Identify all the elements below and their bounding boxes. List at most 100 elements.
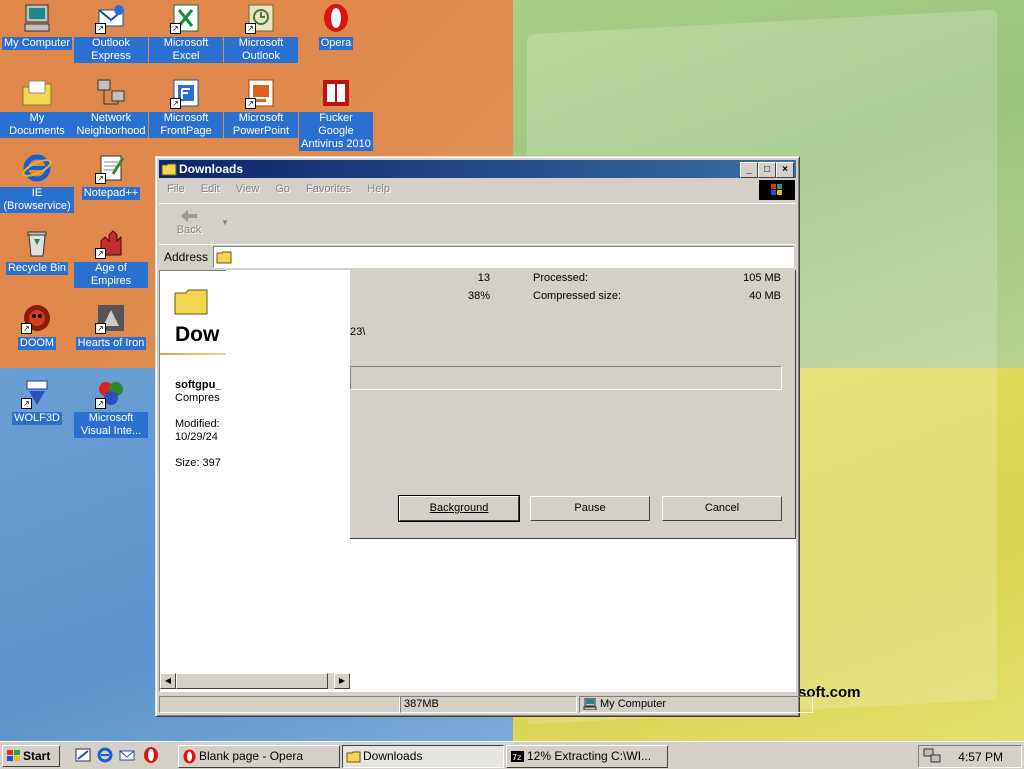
extract-progress-panel[interactable]: 13 38% Processed: 105 MB Compressed size… xyxy=(350,270,796,539)
compressed-size-label: Compressed size: xyxy=(533,290,622,302)
tray-network-icon[interactable] xyxy=(923,748,941,764)
menu-file[interactable]: File xyxy=(159,180,193,195)
horizontal-scrollbar[interactable]: ◀ ▶ xyxy=(160,673,350,689)
show-desktop-icon[interactable] xyxy=(74,746,92,764)
desktop-icon-label: WOLF3D xyxy=(12,412,62,425)
shortcut-arrow-icon: ↗ xyxy=(245,98,256,109)
pause-button-label: Pause xyxy=(574,502,606,514)
task-extracting[interactable]: 7z 12% Extracting C:\WI... xyxy=(506,745,668,768)
large-folder-icon xyxy=(174,287,208,315)
outlook-express-icon: ↗ xyxy=(95,2,127,34)
menu-edit[interactable]: Edit xyxy=(193,180,228,195)
shortcut-arrow-icon: ↗ xyxy=(21,323,32,334)
status-zone: My Computer xyxy=(579,696,813,713)
desktop-icon-label: Microsoft FrontPage xyxy=(149,112,223,138)
window-title: Downloads xyxy=(179,162,244,176)
folder-documents-icon xyxy=(21,77,53,109)
desktop-icon-antivirus[interactable]: Fucker Google Antivirus 2010 xyxy=(299,77,373,151)
menu-favorites[interactable]: Favorites xyxy=(298,180,359,195)
selected-file-name: softgpu_ xyxy=(175,379,222,391)
menu-help[interactable]: Help xyxy=(359,180,398,195)
windows-flag-icon xyxy=(6,749,22,763)
desktop-icon-my-documents[interactable]: My Documents xyxy=(0,77,74,138)
desktop-icon-outlook-express[interactable]: ↗ Outlook Express xyxy=(74,2,148,63)
desktop-icon-label: Network Neighborhood xyxy=(74,112,148,138)
background-button[interactable]: Background xyxy=(398,495,520,522)
desktop-icon-recycle-bin[interactable]: Recycle Bin xyxy=(0,227,74,275)
back-arrow-icon xyxy=(181,210,197,222)
shortcut-arrow-icon: ↗ xyxy=(95,248,106,259)
recycle-bin-icon xyxy=(21,227,53,259)
shortcut-arrow-icon: ↗ xyxy=(245,23,256,34)
outlook-express-icon[interactable] xyxy=(118,746,136,764)
clock[interactable]: 4:57 PM xyxy=(958,750,1003,764)
desktop-icon-notepadpp[interactable]: ↗ Notepad++ xyxy=(74,152,148,200)
menu-view[interactable]: View xyxy=(228,180,268,195)
desktop-icon-age-of-empires[interactable]: ↗ Age of Empires xyxy=(74,227,148,288)
task-downloads[interactable]: Downloads xyxy=(342,745,504,768)
desktop-icon-visual-interdev[interactable]: ↗ Microsoft Visual Inte... xyxy=(74,377,148,438)
desktop-icon-network[interactable]: Network Neighborhood xyxy=(74,77,148,138)
outlook-icon: ↗ xyxy=(245,2,277,34)
desktop-icon-frontpage[interactable]: ↗ Microsoft FrontPage xyxy=(149,77,223,138)
webview-title: Dow xyxy=(175,323,220,346)
shortcut-arrow-icon: ↗ xyxy=(170,23,181,34)
status-size: 387MB xyxy=(400,696,577,713)
task-opera[interactable]: Blank page - Opera xyxy=(178,745,340,768)
back-dropdown-icon[interactable]: ▼ xyxy=(221,218,229,227)
desktop-icon-label: Recycle Bin xyxy=(5,262,69,275)
minimize-button[interactable]: _ xyxy=(740,162,758,178)
desktop-icon-opera[interactable]: Opera xyxy=(299,2,373,50)
opera-icon xyxy=(320,2,352,34)
back-label: Back xyxy=(176,224,202,236)
address-label: Address xyxy=(164,250,209,264)
start-button[interactable]: Start xyxy=(2,745,60,767)
address-input[interactable] xyxy=(213,246,794,268)
selected-file-type: Compres xyxy=(175,392,220,404)
internet-explorer-icon[interactable] xyxy=(96,746,114,764)
pause-button[interactable]: Pause xyxy=(530,496,650,521)
address-bar: Address xyxy=(159,244,796,269)
desktop-icon-label: Notepad++ xyxy=(81,187,141,200)
desktop-icon-excel[interactable]: ↗ Microsoft Excel xyxy=(149,2,223,63)
windows-logo-icon xyxy=(759,180,795,200)
scroll-left-icon[interactable]: ◀ xyxy=(160,673,176,689)
desktop-icon-powerpoint[interactable]: ↗ Microsoft PowerPoint xyxy=(224,77,298,138)
desktop-icon-my-computer[interactable]: My Computer xyxy=(0,2,74,50)
powerpoint-icon: ↗ xyxy=(245,77,277,109)
computer-icon xyxy=(21,2,53,34)
extract-progress-fill xyxy=(351,367,515,389)
compressed-size-value: 40 MB xyxy=(749,290,781,302)
desktop-icon-label: Microsoft Excel xyxy=(149,37,223,63)
desktop-icon-label: Hearts of Iron xyxy=(75,337,147,350)
opera-icon[interactable] xyxy=(142,746,160,764)
scroll-right-icon[interactable]: ▶ xyxy=(334,673,350,689)
cancel-button[interactable]: Cancel xyxy=(662,496,782,521)
shortcut-arrow-icon: ↗ xyxy=(95,23,106,34)
web-view-panel: Dow softgpu_ Compres Modified: 10/29/24 … xyxy=(160,271,228,691)
close-button[interactable]: × xyxy=(776,162,794,178)
svg-text:7z: 7z xyxy=(512,753,521,762)
scroll-thumb[interactable] xyxy=(176,673,328,689)
desktop-icon-label: Microsoft Visual Inte... xyxy=(74,412,148,438)
desktop-icon-doom[interactable]: ↗ DOOM xyxy=(0,302,74,350)
task-label: Downloads xyxy=(363,749,423,763)
back-button[interactable]: Back xyxy=(169,208,209,236)
my-computer-icon xyxy=(583,697,597,711)
system-tray: 4:57 PM xyxy=(918,745,1022,768)
hearts-of-iron-icon: ↗ xyxy=(95,302,127,334)
background-button-label: Background xyxy=(429,502,489,514)
window-titlebar[interactable]: Downloads _ □ × xyxy=(159,160,796,178)
desktop-icon-outlook[interactable]: ↗ Microsoft Outlook xyxy=(224,2,298,63)
files-count: 13 xyxy=(477,272,490,284)
desktop-icon-hearts-of-iron[interactable]: ↗ Hearts of Iron xyxy=(74,302,148,350)
desktop-icon-label: My Computer xyxy=(1,37,73,50)
desktop-icon-wolf3d[interactable]: ↗ WOLF3D xyxy=(0,377,74,425)
excel-icon: ↗ xyxy=(170,2,202,34)
menu-go[interactable]: Go xyxy=(267,180,298,195)
shortcut-arrow-icon: ↗ xyxy=(95,173,106,184)
modified-value: 10/29/24 xyxy=(175,431,218,443)
maximize-button[interactable]: □ xyxy=(758,162,776,178)
desktop-icon-ie[interactable]: IE (Browservice) xyxy=(0,152,74,213)
desktop-icon-label: Opera xyxy=(318,37,354,50)
